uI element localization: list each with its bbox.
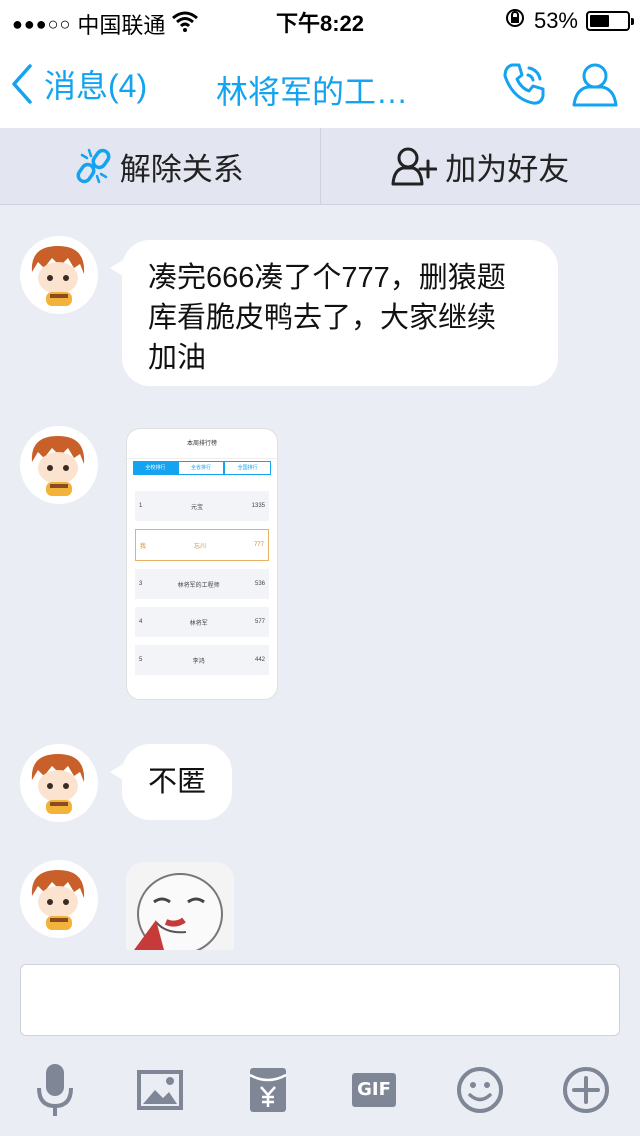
battery-icon: [586, 11, 634, 31]
leaderboard-rank: 我: [140, 543, 147, 550]
unlink-button[interactable]: 解除关系: [0, 128, 320, 204]
message-bubble[interactable]: 凑完666凑了个777，删猿题 库看脆皮鸭去了，大家继续 加油: [110, 240, 558, 386]
gif-icon: GIF: [352, 1073, 396, 1107]
emoji-button[interactable]: [452, 1062, 508, 1118]
message-input[interactable]: [20, 964, 620, 1036]
message-text: 不匿: [148, 766, 207, 798]
cartoon-avatar-icon: [31, 436, 85, 496]
leaderboard-tab: 全校排行: [133, 461, 178, 475]
message-text-line: 凑完666凑了个777，删猿题: [148, 262, 506, 294]
leaderboard-name: 林将军: [189, 620, 208, 627]
leaderboard-name: 忘川: [193, 543, 206, 550]
emoji-icon: [457, 1067, 503, 1113]
unlink-label: 解除关系: [119, 151, 244, 187]
leaderboard-score: 777: [253, 542, 264, 548]
profile-button[interactable]: [570, 60, 620, 116]
leaderboard-row: 1 元宝 1335: [135, 491, 269, 521]
avatar[interactable]: [20, 860, 98, 938]
voice-button[interactable]: [27, 1062, 83, 1118]
relationship-action-bar: 解除关系 加为好友: [0, 128, 640, 205]
battery-level: [590, 15, 610, 27]
chat-title: 林将军的工…: [216, 74, 409, 110]
microphone-icon: [37, 1064, 73, 1116]
leaderboard-rank: 3: [139, 581, 143, 587]
leaderboard-title: 本周排行榜: [127, 429, 277, 459]
more-button[interactable]: [558, 1062, 614, 1118]
image-message[interactable]: 本周排行榜 全校排行 全省排行 全国排行 1 元宝 1335 我 忘川 777 …: [126, 428, 278, 700]
leaderboard-name: 林将军的工程师: [177, 582, 220, 589]
broken-link-icon: [76, 148, 111, 184]
leaderboard-row: 4 林将军 577: [135, 607, 269, 637]
leaderboard-score: 536: [254, 581, 265, 587]
message-text-line: 库看脆皮鸭去了，大家继续: [148, 302, 497, 334]
back-label: 消息(4): [44, 68, 148, 104]
rotation-lock-icon: [504, 7, 526, 35]
status-bar: ●●●○○ 中国联通 下午8:22 53%: [0, 0, 640, 40]
cartoon-avatar-icon: [31, 246, 85, 306]
add-friend-label: 加为好友: [445, 151, 570, 187]
leaderboard-row-highlight: 我 忘川 777: [135, 529, 269, 561]
add-friend-button[interactable]: 加为好友: [319, 128, 640, 204]
add-user-icon: [391, 147, 438, 186]
navigation-bar: 消息(4) 林将军的工…: [0, 40, 640, 128]
leaderboard-row: 3 林将军的工程师 536: [135, 569, 269, 599]
avatar[interactable]: [20, 236, 98, 314]
leaderboard-score: 1335: [251, 503, 265, 509]
photo-button[interactable]: [132, 1062, 188, 1118]
plus-icon: [563, 1067, 609, 1113]
leaderboard-rank: 1: [139, 503, 143, 509]
leaderboard-row: 5 李鸿 442: [135, 645, 269, 675]
phone-call-button[interactable]: [500, 60, 548, 116]
leaderboard-score: 577: [254, 619, 265, 625]
cartoon-avatar-icon: [31, 754, 85, 814]
top-bar: ●●●○○ 中国联通 下午8:22 53% 消息(4) 林将军的工…: [0, 0, 640, 128]
leaderboard-score: 442: [254, 657, 265, 663]
message-text-line: 加油: [148, 342, 207, 374]
cartoon-avatar-icon: [31, 870, 85, 930]
back-button[interactable]: 消息(4): [10, 60, 147, 108]
gif-label: GIF: [357, 1079, 391, 1100]
avatar[interactable]: [20, 426, 98, 504]
leaderboard-name: 李鸿: [192, 658, 205, 665]
leaderboard-rank: 4: [139, 619, 143, 625]
leaderboard-rank: 5: [139, 657, 143, 663]
chevron-left-icon: [12, 64, 32, 104]
input-toolbar: GIF: [0, 1046, 640, 1136]
image-icon: [137, 1070, 183, 1110]
red-packet-icon: [249, 1068, 287, 1112]
battery-percent: 53%: [533, 8, 578, 33]
sticker-message[interactable]: [126, 862, 234, 950]
gif-button[interactable]: GIF: [346, 1062, 402, 1118]
user-icon: [572, 63, 618, 107]
meme-face-sticker: [134, 873, 223, 950]
avatar[interactable]: [20, 744, 98, 822]
phone-icon: [503, 63, 545, 105]
leaderboard-name: 元宝: [190, 504, 203, 511]
red-packet-button[interactable]: [240, 1062, 296, 1118]
message-bubble[interactable]: 不匿: [110, 744, 232, 820]
leaderboard-tabs: 全校排行 全省排行 全国排行: [133, 461, 272, 475]
leaderboard-tab: 全国排行: [224, 461, 272, 475]
leaderboard-tab: 全省排行: [177, 461, 225, 475]
